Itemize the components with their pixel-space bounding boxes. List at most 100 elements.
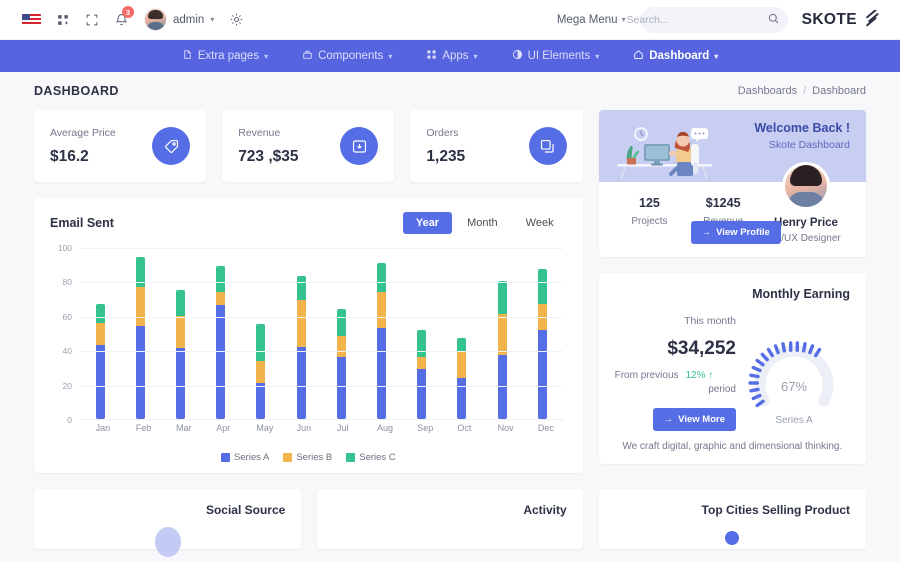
bell-icon[interactable]: 3 — [114, 6, 134, 27]
bar-column[interactable] — [256, 324, 266, 419]
search-icon — [768, 11, 779, 29]
legend-label: Series B — [296, 452, 333, 463]
user-menu[interactable]: ▾ admin — [144, 8, 214, 31]
bar-segment — [135, 326, 145, 419]
x-tick-label: Jun — [296, 423, 312, 433]
apps-grid-icon[interactable] — [56, 13, 70, 27]
chevron-down-icon: ▾ — [714, 51, 719, 61]
legend-label: Series A — [233, 452, 270, 463]
y-tick-label: 0 — [67, 415, 72, 425]
avatar[interactable] — [144, 8, 167, 31]
bar-segment — [176, 348, 185, 419]
legend-swatch — [346, 453, 356, 462]
y-tick-label: 60 — [62, 311, 72, 322]
bottom-cards-row: Top Cities Selling Product Activity Soci… — [33, 489, 866, 557]
bar-column[interactable] — [417, 329, 427, 419]
fullscreen-icon[interactable] — [85, 13, 99, 27]
welcome-heading: ! Welcome Back — [754, 121, 850, 135]
bar-column[interactable] — [336, 308, 346, 419]
bar-segment — [377, 262, 387, 292]
avatar — [782, 162, 830, 210]
skote-logo-icon — [863, 9, 882, 29]
earning-change-row: ↑ 12% From previous — [615, 370, 736, 381]
welcome-body: Henry Price UI/UX Designer $1245 Revenue… — [599, 162, 866, 257]
x-tick-label: Jan — [95, 423, 111, 433]
chevron-down-icon: ▾ — [473, 51, 478, 61]
chevron-down-icon: ▾ — [210, 15, 215, 24]
stat-value: 125 — [639, 196, 660, 210]
plot-area — [80, 248, 563, 420]
stat-value: $16.2 — [49, 147, 89, 165]
card-title: Top Cities Selling Product — [701, 503, 850, 517]
earning-gauge-wrap: 67% Series A — [738, 315, 850, 426]
top-header: SKOTE ▾ Mega Menu — [0, 0, 900, 40]
monthly-earning-card: Monthly Earning 67% Series A This month … — [598, 273, 866, 464]
search-input[interactable] — [626, 13, 762, 26]
legend-item-series-a[interactable]: Series A — [220, 452, 270, 463]
legend-label: Series C — [359, 452, 396, 463]
x-tick-label: Dec — [537, 423, 554, 433]
card-title: Monthly Earning — [752, 287, 850, 301]
breadcrumb-item-dashboard[interactable]: Dashboard — [812, 85, 866, 97]
chevron-down-icon: ▾ — [388, 51, 393, 61]
stat-card-average-price: Average Price $16.2 — [33, 110, 207, 182]
range-year[interactable]: Year — [402, 212, 453, 234]
bar-segment — [256, 382, 266, 419]
right-column: ! Welcome Back Skote Dashboard Henry Pri… — [598, 110, 866, 464]
y-tick-label: 40 — [62, 346, 72, 357]
card-title: Activity — [523, 503, 567, 517]
bar-segment — [497, 314, 507, 356]
gridline — [80, 248, 563, 249]
nav-item-ui-elements[interactable]: ▾ UI Elements — [512, 49, 599, 63]
stat-text: Orders 1,235 — [426, 127, 465, 166]
us-flag-icon[interactable] — [22, 13, 41, 26]
bar-column[interactable] — [216, 265, 226, 419]
nav-item-extra-pages[interactable]: ▾ Extra pages — [182, 49, 268, 63]
view-profile-button[interactable]: View Profile → — [690, 221, 781, 244]
bar-segment — [336, 336, 346, 358]
view-more-button[interactable]: View More → — [652, 408, 736, 431]
breadcrumb-item-dashboards[interactable]: Dashboards — [738, 85, 797, 97]
range-week[interactable]: Week — [513, 212, 567, 234]
x-tick-label: Jul — [336, 423, 349, 433]
nav-item-components[interactable]: ▾ Components — [302, 49, 392, 63]
social-source-card: Social Source — [33, 489, 302, 557]
bar-column[interactable] — [537, 269, 547, 419]
chevron-down-icon: ▾ — [264, 51, 269, 61]
view-more-row: View More → — [615, 408, 736, 431]
button-label: View Profile — [716, 227, 770, 238]
nav-item-apps[interactable]: ▾ Apps — [426, 49, 478, 63]
header-right-group: SKOTE ▾ Mega Menu — [557, 6, 882, 33]
earning-amount: $34,252 — [667, 338, 736, 359]
mega-menu-button[interactable]: ▾ Mega Menu — [557, 14, 626, 26]
arrow-up-icon: ↑ — [708, 370, 714, 381]
nav-label: Components — [318, 50, 384, 62]
nav-label: Extra pages — [197, 50, 260, 62]
nav-item-dashboard[interactable]: ▾ Dashboard — [633, 49, 718, 63]
bar-column[interactable] — [95, 303, 105, 419]
brand-logo[interactable]: SKOTE — [801, 9, 882, 29]
bar-segment — [497, 281, 507, 315]
earning-footer-text: .We craft digital, graphic and dimension… — [622, 441, 843, 452]
gridline — [80, 385, 563, 387]
legend-item-series-b[interactable]: Series B — [283, 452, 332, 463]
bar-column[interactable] — [296, 276, 306, 419]
brand-name: SKOTE — [801, 10, 857, 28]
search-box[interactable] — [626, 6, 788, 33]
bar-segment — [457, 377, 467, 419]
gear-icon[interactable] — [229, 12, 244, 27]
stat-label: Orders — [426, 126, 459, 139]
apps-icon — [426, 49, 437, 63]
legend-swatch — [220, 453, 230, 462]
bar-column[interactable] — [377, 262, 387, 419]
gridline — [80, 282, 563, 284]
range-month[interactable]: Month — [454, 212, 511, 234]
bar-column[interactable] — [176, 290, 185, 419]
page-content: Dashboard / Dashboards DASHBOARD ! Welco… — [0, 72, 900, 557]
main-navbar: ▾ Dashboard ▾ UI Elements ▾ Apps ▾ Compo… — [0, 40, 900, 72]
range-selector: Year Month Week — [402, 212, 567, 234]
stat-card-orders: Orders 1,235 — [410, 110, 583, 182]
legend-item-series-c[interactable]: Series C — [346, 452, 396, 463]
from-previous-label: From previous — [614, 370, 679, 381]
earning-change: ↑ 12% — [686, 370, 714, 381]
